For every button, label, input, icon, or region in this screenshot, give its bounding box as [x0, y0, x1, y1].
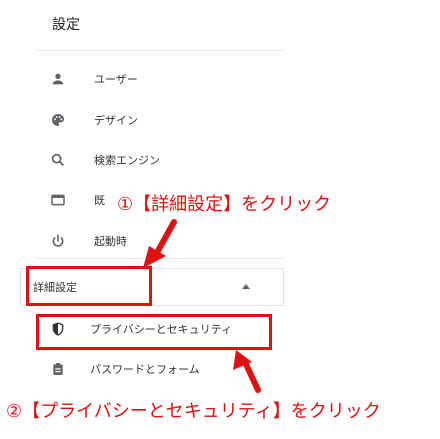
arrow-to-advanced	[143, 219, 177, 268]
arrow-to-privacy	[233, 350, 261, 393]
annotation-arrows	[143, 219, 261, 393]
